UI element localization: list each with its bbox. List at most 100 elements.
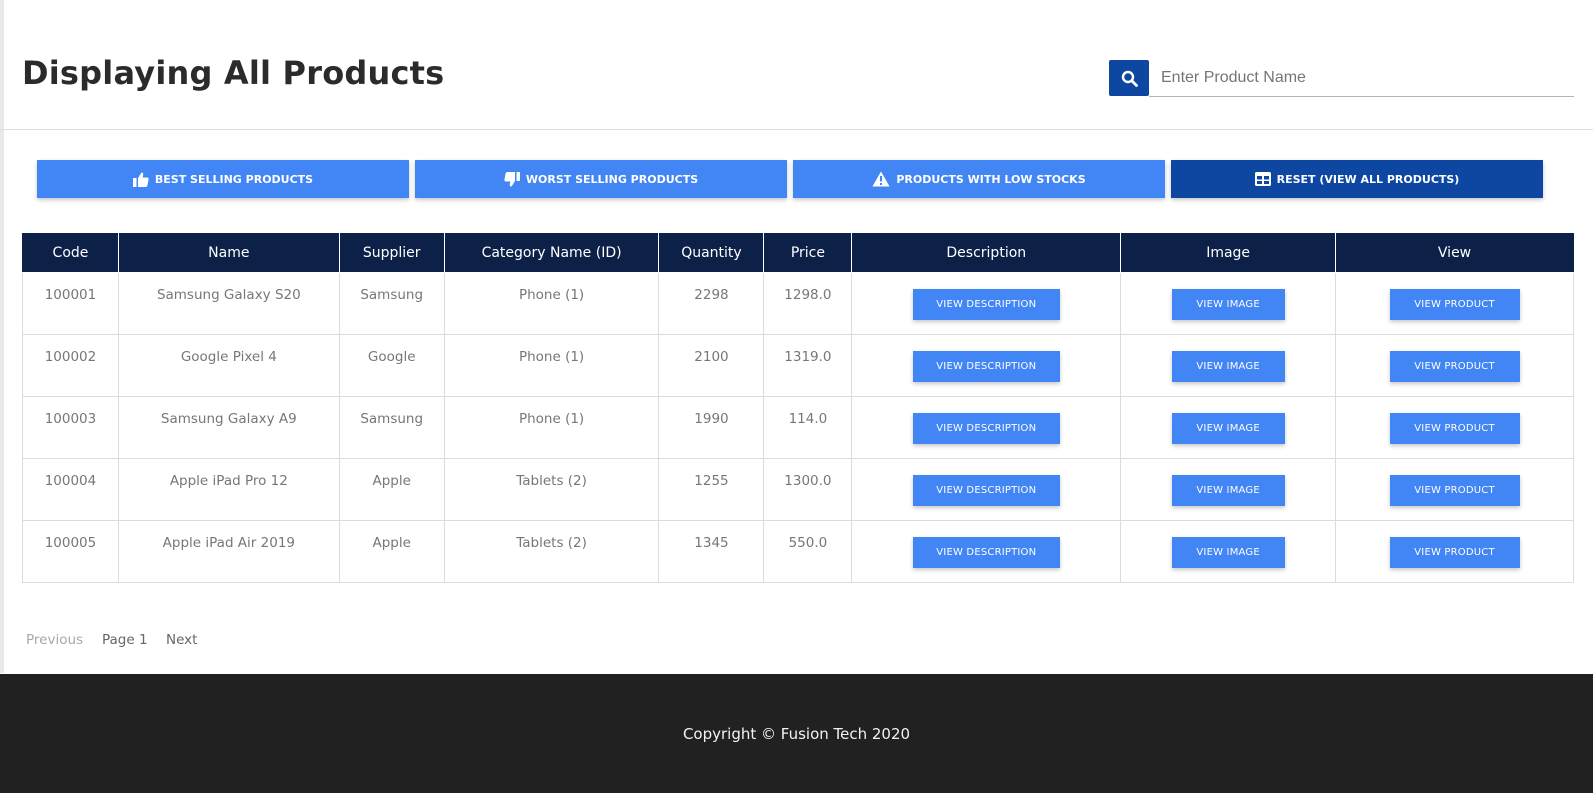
cell-category: Tablets (2) — [443, 520, 660, 583]
cell-category: Tablets (2) — [443, 458, 660, 521]
thumbs-up-icon — [132, 172, 149, 187]
cell-view: VIEW PRODUCT — [1335, 520, 1574, 583]
filter-button-bar: BEST SELLING PRODUCTS WORST SELLING PROD… — [37, 160, 1559, 198]
table-header-row: Code Name Supplier Category Name (ID) Qu… — [22, 233, 1574, 273]
view-image-button[interactable]: VIEW IMAGE — [1171, 537, 1285, 568]
low-stock-button[interactable]: PRODUCTS WITH LOW STOCKS — [793, 160, 1165, 198]
cell-quantity: 1255 — [658, 458, 765, 521]
view-product-button[interactable]: VIEW PRODUCT — [1389, 351, 1520, 382]
column-header-category: Category Name (ID) — [443, 233, 660, 273]
view-description-button[interactable]: VIEW DESCRIPTION — [912, 351, 1060, 382]
cell-description: VIEW DESCRIPTION — [851, 458, 1122, 521]
low-stock-label: PRODUCTS WITH LOW STOCKS — [896, 172, 1086, 186]
best-selling-label: BEST SELLING PRODUCTS — [154, 172, 314, 186]
cell-price: 1319.0 — [763, 334, 853, 397]
view-image-button[interactable]: VIEW IMAGE — [1171, 475, 1285, 506]
view-description-button[interactable]: VIEW DESCRIPTION — [912, 475, 1060, 506]
pagination-current-page: Page 1 — [102, 632, 148, 648]
cell-view: VIEW PRODUCT — [1335, 458, 1574, 521]
cell-supplier: Samsung — [338, 396, 445, 459]
view-product-button[interactable]: VIEW PRODUCT — [1389, 537, 1520, 568]
cell-name: Apple iPad Air 2019 — [117, 520, 340, 583]
view-product-button[interactable]: VIEW PRODUCT — [1389, 289, 1520, 320]
cell-name: Apple iPad Pro 12 — [117, 458, 340, 521]
search-input[interactable] — [1149, 60, 1574, 97]
view-description-button[interactable]: VIEW DESCRIPTION — [912, 413, 1060, 444]
page-footer: Copyright © Fusion Tech 2020 — [0, 674, 1593, 793]
column-header-price: Price — [763, 233, 853, 273]
view-image-button[interactable]: VIEW IMAGE — [1171, 413, 1285, 444]
pagination-next[interactable]: Next — [166, 632, 197, 648]
cell-description: VIEW DESCRIPTION — [851, 272, 1122, 335]
cell-image: VIEW IMAGE — [1120, 396, 1337, 459]
cell-price: 1298.0 — [763, 272, 853, 335]
column-header-name: Name — [117, 233, 340, 273]
column-header-image: Image — [1120, 233, 1337, 273]
cell-view: VIEW PRODUCT — [1335, 272, 1574, 335]
table-icon — [1254, 172, 1271, 186]
column-header-supplier: Supplier — [338, 233, 445, 273]
cell-category: Phone (1) — [443, 396, 660, 459]
page-title: Displaying All Products — [22, 54, 445, 92]
cell-supplier: Samsung — [338, 272, 445, 335]
cell-price: 114.0 — [763, 396, 853, 459]
column-header-view: View — [1335, 233, 1574, 273]
cell-price: 1300.0 — [763, 458, 853, 521]
copyright-text: Copyright © Fusion Tech 2020 — [682, 724, 911, 743]
table-row: 100002 Google Pixel 4 Google Phone (1) 2… — [22, 334, 1574, 397]
cell-code: 100002 — [22, 334, 119, 397]
cell-supplier: Google — [338, 334, 445, 397]
thumbs-down-icon — [504, 171, 520, 186]
cell-supplier: Apple — [338, 458, 445, 521]
view-product-button[interactable]: VIEW PRODUCT — [1389, 413, 1520, 444]
cell-image: VIEW IMAGE — [1120, 272, 1337, 335]
column-header-code: Code — [22, 233, 119, 273]
best-selling-button[interactable]: BEST SELLING PRODUCTS — [37, 160, 409, 198]
search-icon — [1121, 70, 1138, 87]
search-button[interactable] — [1109, 60, 1149, 96]
column-header-quantity: Quantity — [658, 233, 765, 273]
cell-code: 100005 — [22, 520, 119, 583]
worst-selling-label: WORST SELLING PRODUCTS — [525, 172, 699, 186]
cell-name: Samsung Galaxy A9 — [117, 396, 340, 459]
warning-icon — [872, 171, 890, 187]
products-table: Code Name Supplier Category Name (ID) Qu… — [22, 233, 1574, 583]
cell-code: 100004 — [22, 458, 119, 521]
cell-description: VIEW DESCRIPTION — [851, 520, 1122, 583]
cell-description: VIEW DESCRIPTION — [851, 396, 1122, 459]
view-image-button[interactable]: VIEW IMAGE — [1171, 289, 1285, 320]
view-description-button[interactable]: VIEW DESCRIPTION — [912, 289, 1060, 320]
cell-quantity: 2100 — [658, 334, 765, 397]
table-row: 100003 Samsung Galaxy A9 Samsung Phone (… — [22, 396, 1574, 459]
cell-name: Google Pixel 4 — [117, 334, 340, 397]
cell-name: Samsung Galaxy S20 — [117, 272, 340, 335]
column-header-description: Description — [851, 233, 1122, 273]
cell-image: VIEW IMAGE — [1120, 458, 1337, 521]
cell-image: VIEW IMAGE — [1120, 334, 1337, 397]
cell-category: Phone (1) — [443, 334, 660, 397]
view-product-button[interactable]: VIEW PRODUCT — [1389, 475, 1520, 506]
cell-image: VIEW IMAGE — [1120, 520, 1337, 583]
view-description-button[interactable]: VIEW DESCRIPTION — [912, 537, 1060, 568]
cell-price: 550.0 — [763, 520, 853, 583]
cell-category: Phone (1) — [443, 272, 660, 335]
cell-code: 100003 — [22, 396, 119, 459]
cell-code: 100001 — [22, 272, 119, 335]
worst-selling-button[interactable]: WORST SELLING PRODUCTS — [415, 160, 787, 198]
cell-view: VIEW PRODUCT — [1335, 334, 1574, 397]
cell-quantity: 1345 — [658, 520, 765, 583]
table-row: 100001 Samsung Galaxy S20 Samsung Phone … — [22, 272, 1574, 335]
cell-description: VIEW DESCRIPTION — [851, 334, 1122, 397]
reset-view-all-label: RESET (VIEW ALL PRODUCTS) — [1276, 172, 1460, 186]
view-image-button[interactable]: VIEW IMAGE — [1171, 351, 1285, 382]
table-row: 100004 Apple iPad Pro 12 Apple Tablets (… — [22, 458, 1574, 521]
pagination-previous: Previous — [26, 632, 84, 648]
cell-view: VIEW PRODUCT — [1335, 396, 1574, 459]
page-header: Displaying All Products — [0, 0, 1593, 130]
search-bar — [1109, 60, 1574, 97]
reset-view-all-button[interactable]: RESET (VIEW ALL PRODUCTS) — [1171, 160, 1543, 198]
cell-quantity: 1990 — [658, 396, 765, 459]
cell-quantity: 2298 — [658, 272, 765, 335]
table-row: 100005 Apple iPad Air 2019 Apple Tablets… — [22, 520, 1574, 583]
cell-supplier: Apple — [338, 520, 445, 583]
